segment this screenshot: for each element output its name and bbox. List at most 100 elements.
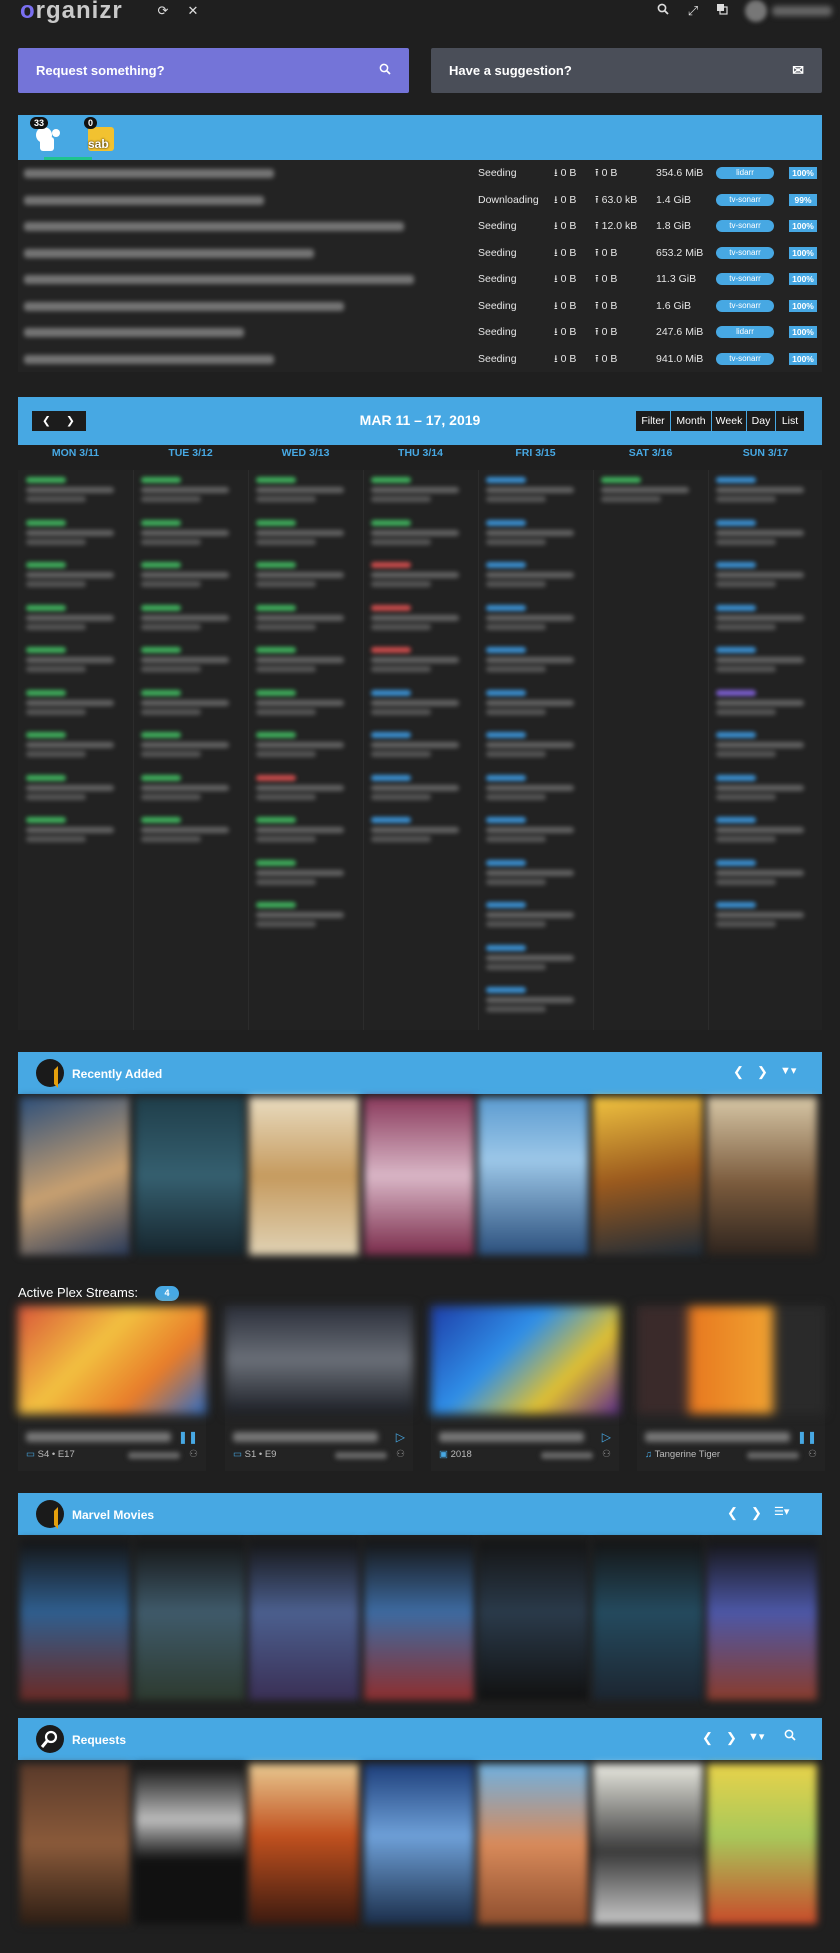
poster[interactable] [707,1540,817,1700]
calendar-event[interactable] [712,857,812,889]
view-filter-button[interactable]: Filter [636,411,670,431]
calendar-event[interactable] [137,602,237,634]
view-month-button[interactable]: Month [671,411,711,431]
calendar-event[interactable] [22,772,122,804]
username[interactable] [772,6,832,16]
calendar-event[interactable] [712,517,812,549]
calendar-event[interactable] [482,814,582,846]
calendar-event[interactable] [22,729,122,761]
next-icon[interactable]: ❯ [757,1064,768,1080]
pause-icon[interactable]: ❚❚ [178,1430,198,1444]
calendar-event[interactable] [22,602,122,634]
close-icon[interactable]: ✕ [184,2,202,20]
calendar-event[interactable] [482,857,582,889]
view-day-button[interactable]: Day [747,411,775,431]
calendar-event[interactable] [482,899,582,931]
poster[interactable] [134,1764,245,1924]
calendar-event[interactable] [137,687,237,719]
poster[interactable] [707,1097,817,1255]
calendar-event[interactable] [22,814,122,846]
stream-card[interactable]: ❚❚ ♫ Tangerine Tiger ⚇ [637,1306,825,1471]
calendar-event[interactable] [22,474,122,506]
calendar-event[interactable] [482,772,582,804]
pause-icon[interactable]: ❚❚ [797,1430,817,1444]
poster[interactable] [707,1764,817,1924]
poster[interactable] [592,1540,703,1700]
calendar-event[interactable] [712,772,812,804]
refresh-icon[interactable]: ⟳ [154,2,172,20]
calendar-event[interactable] [712,474,812,506]
stream-card[interactable]: ▷ ▣ 2018 ⚇ [431,1306,619,1471]
play-icon[interactable]: ▷ [602,1430,611,1444]
suggestion-button[interactable]: Have a suggestion? ✉ [431,48,822,93]
download-row[interactable]: Seeding ⭳ 0 B ⭱ 0 B 11.3 GiB tv-sonarr 100% [18,266,822,292]
calendar-event[interactable] [252,772,352,804]
download-row[interactable]: Seeding ⭳ 0 B ⭱ 0 B 941.0 MiB tv-sonarr 100% [18,346,822,372]
stream-card[interactable]: ▷ ▭ S1 • E9 ⚇ [225,1306,413,1471]
calendar-event[interactable] [482,687,582,719]
translate-icon[interactable] [713,2,731,20]
view-list-button[interactable]: List [776,411,804,431]
poster[interactable] [249,1764,359,1924]
calendar-event[interactable] [137,517,237,549]
calendar-event[interactable] [137,559,237,591]
plex-tab[interactable]: 33 [30,117,68,159]
poster[interactable] [478,1540,588,1700]
poster[interactable] [363,1540,474,1700]
calendar-event[interactable] [252,857,352,889]
calendar-event[interactable] [252,474,352,506]
poster[interactable] [592,1764,703,1924]
calendar-event[interactable] [367,517,467,549]
fullscreen-icon[interactable]: ⤢ [684,2,702,20]
download-row[interactable]: Seeding ⭳ 0 B ⭱ 0 B 1.6 GiB tv-sonarr 100% [18,293,822,319]
request-something-button[interactable]: Request something? [18,48,409,93]
poster[interactable] [363,1097,474,1255]
calendar-event[interactable] [482,474,582,506]
calendar-event[interactable] [712,814,812,846]
calendar-event[interactable] [137,644,237,676]
organizr-logo[interactable]: organizr [20,0,123,23]
calendar-event[interactable] [252,517,352,549]
prev-icon[interactable]: ❮ [702,1730,713,1746]
calendar-event[interactable] [252,687,352,719]
poster[interactable] [134,1097,245,1255]
calendar-event[interactable] [137,772,237,804]
calendar-event[interactable] [367,687,467,719]
calendar-event[interactable] [252,559,352,591]
calendar-event[interactable] [712,559,812,591]
calendar-event[interactable] [137,814,237,846]
calendar-event[interactable] [367,814,467,846]
calendar-event[interactable] [22,644,122,676]
calendar-event[interactable] [482,644,582,676]
poster[interactable] [20,1540,130,1700]
calendar-event[interactable] [712,899,812,931]
calendar-event[interactable] [712,687,812,719]
calendar-event[interactable] [252,899,352,931]
calendar-event[interactable] [482,984,582,1016]
poster[interactable] [249,1540,359,1700]
calendar-event[interactable] [367,602,467,634]
stream-card[interactable]: ❚❚ ▭ S4 • E17 ⚇ [18,1306,206,1471]
poster[interactable] [478,1097,588,1255]
poster[interactable] [363,1764,474,1924]
download-row[interactable]: Downloading ⭳ 0 B ⭱ 63.0 kB 1.4 GiB tv-sonar… [18,187,822,213]
download-row[interactable]: Seeding ⭳ 0 B ⭱ 12.0 kB 1.8 GiB tv-sonarr 100… [18,213,822,239]
calendar-event[interactable] [137,729,237,761]
calendar-event[interactable] [482,517,582,549]
prev-icon[interactable]: ❮ [733,1064,744,1080]
calendar-event[interactable] [367,474,467,506]
calendar-event[interactable] [482,942,582,974]
download-row[interactable]: Seeding ⭳ 0 B ⭱ 0 B 354.6 MiB lidarr 100% [18,160,822,186]
calendar-event[interactable] [252,729,352,761]
poster[interactable] [592,1097,703,1255]
download-row[interactable]: Seeding ⭳ 0 B ⭱ 0 B 247.6 MiB lidarr 100% [18,319,822,345]
calendar-event[interactable] [22,687,122,719]
next-icon[interactable]: ❯ [751,1505,762,1521]
filter-icon[interactable]: ▼▾ [748,1730,764,1743]
calendar-event[interactable] [597,474,697,506]
calendar-event[interactable] [137,474,237,506]
calendar-event[interactable] [712,602,812,634]
calendar-event[interactable] [367,644,467,676]
poster[interactable] [20,1764,130,1924]
calendar-event[interactable] [482,602,582,634]
